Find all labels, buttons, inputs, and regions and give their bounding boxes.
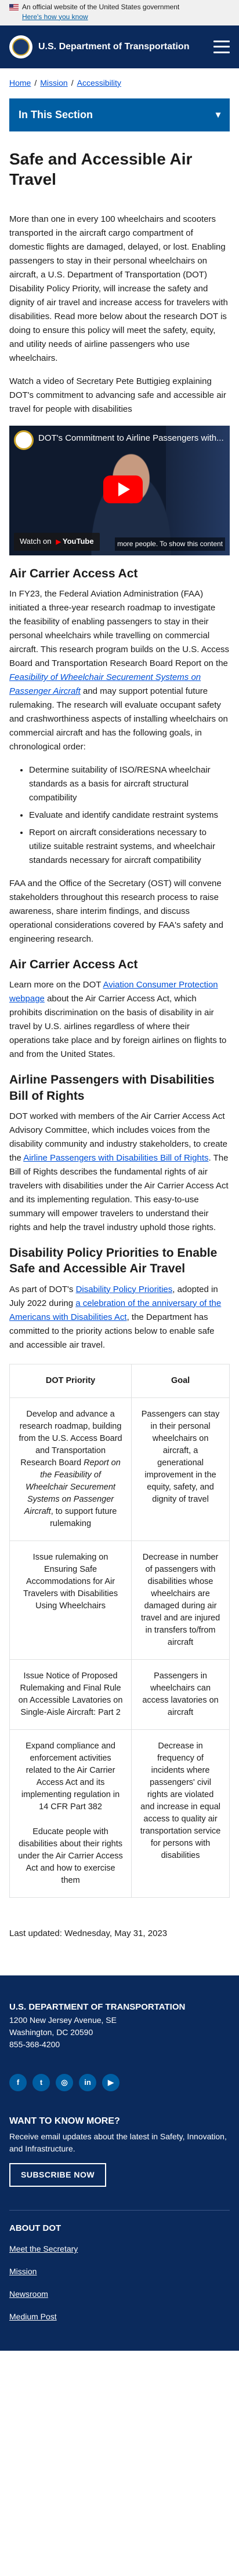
stakeholders-paragraph: FAA and the Office of the Secretary (OST… [9,879,223,945]
linkedin-icon[interactable]: in [79,2073,96,2091]
intro-paragraph: More than one in every 100 wheelchairs a… [9,214,228,363]
priority-cell: Develop and advance a research roadmap, … [9,1397,132,1541]
footer-org-name: U.S. DEPARTMENT OF TRANSPORTATION [9,2002,186,2012]
play-button-icon[interactable] [103,475,143,503]
twitter-icon[interactable]: t [32,2073,50,2091]
acaa-paragraph: Learn more on the DOT Aviation Consumer … [9,980,227,1060]
brand-logo[interactable]: U.S. Department of Transportation [9,35,189,58]
chevron-down-icon: ▾ [215,109,220,120]
gov-banner-text: An official website of the United States… [22,3,180,11]
newsletter-text: Receive email updates about the latest i… [9,2131,227,2153]
table-row: Expand compliance and enforcement activi… [9,1729,230,1898]
research-goals-list: Determine suitability of ISO/RESNA wheel… [29,763,230,868]
bill-of-rights-link[interactable]: Airline Passengers with Disabilities Bil… [23,1153,208,1163]
breadcrumb-home[interactable]: Home [9,78,31,87]
priority-cell: Expand compliance and enforcement activi… [9,1729,132,1898]
channel-avatar-icon[interactable] [14,430,34,450]
goal-cell: Decrease in number of passengers with di… [131,1540,230,1660]
in-this-section-toggle[interactable]: In This Section ▾ [9,98,230,131]
about-dot-title: ABOUT DOT [9,2223,61,2233]
page-title: Safe and Accessible Air Travel [9,149,193,188]
about-dot-links: Meet the Secretary Mission Newsroom Medi… [9,2243,230,2323]
video-intro-paragraph: Watch a video of Secretary Pete Buttigie… [9,376,226,414]
table-row: Issue Notice of Proposed Rulemaking and … [9,1659,230,1730]
youtube-icon[interactable]: ▶ [102,2073,119,2091]
meet-the-secretary-link[interactable]: Meet the Secretary [9,2243,230,2255]
brand-name: U.S. Department of Transportation [38,41,190,52]
list-item: Report on aircraft considerations necess… [29,826,230,868]
breadcrumb: Home / Mission / Accessibility [9,68,230,95]
us-flag-icon [9,4,19,11]
youtube-video-embed[interactable]: DOT's Commitment to Airline Passengers w… [9,425,230,555]
youtube-logo-icon: YouTube [56,536,94,548]
dot-seal-icon [9,35,32,58]
priorities-table: DOT Priority Goal Develop and advance a … [9,1363,230,1898]
section-heading-disability-policy-priorities: Disability Policy Priorities to Enable S… [9,1246,218,1276]
table-row: Develop and advance a research roadmap, … [9,1397,230,1541]
section-heading-air-carrier-access-act-2: Air Carrier Access Act [9,958,138,972]
bill-of-rights-paragraph: DOT worked with members of the Air Carri… [9,1111,229,1232]
in-this-section-label: In This Section [19,108,93,120]
breadcrumb-separator: / [71,78,74,87]
footer-address-line-1: 1200 New Jersey Avenue, SE [9,2015,117,2025]
watch-on-youtube-button[interactable]: Watch on YouTube [14,532,100,551]
section-heading-air-carrier-access-act: Air Carrier Access Act [9,566,138,580]
site-header: U.S. Department of Transportation [0,25,239,68]
video-overlay-text: more people. To show this content [115,537,225,551]
footer-address-line-2: Washington, DC 20590 [9,2027,93,2037]
breadcrumb-accessibility[interactable]: Accessibility [77,78,121,87]
priority-cell: Issue rulemaking on Ensuring Safe Accomm… [9,1540,132,1660]
video-title[interactable]: DOT's Commitment to Airline Passengers w… [38,431,224,445]
goal-cell: Passengers in wheelchairs can access lav… [131,1659,230,1730]
newsroom-link[interactable]: Newsroom [9,2288,230,2300]
breadcrumb-separator: / [34,78,37,87]
watch-on-label: Watch on [20,536,52,546]
table-row: Issue rulemaking on Ensuring Safe Accomm… [9,1540,230,1660]
list-item: Evaluate and identify candidate restrain… [29,808,230,822]
breadcrumb-mission[interactable]: Mission [40,78,67,87]
newsletter-title: WANT TO KNOW MORE? [9,2116,120,2126]
footer-divider [9,2209,230,2211]
goal-cell: Passengers can stay in their personal wh… [131,1397,230,1541]
last-updated: Last updated: Wednesday, May 31, 2023 [9,1929,168,1939]
gov-banner: An official website of the United States… [0,0,239,25]
social-links: f t ◎ in ▶ [9,2073,230,2091]
priorities-paragraph: As part of DOT's Disability Policy Prior… [9,1284,222,1350]
priority-cell: Issue Notice of Proposed Rulemaking and … [9,1659,132,1730]
column-header-priority: DOT Priority [9,1363,132,1398]
section-heading-bill-of-rights: Airline Passengers with Disabilities Bil… [9,1073,215,1103]
footer-phone[interactable]: 855-368-4200 [9,2039,230,2051]
goal-cell: Decrease in frequency of incidents where… [131,1729,230,1898]
medium-post-link[interactable]: Medium Post [9,2311,230,2323]
subscribe-button[interactable]: SUBSCRIBE NOW [9,2162,107,2187]
mission-link[interactable]: Mission [9,2266,230,2278]
heres-how-you-know-link[interactable]: Here's how you know [9,12,230,22]
list-item: Determine suitability of ISO/RESNA wheel… [29,763,230,805]
site-footer: U.S. DEPARTMENT OF TRANSPORTATION 1200 N… [0,1975,239,2351]
instagram-icon[interactable]: ◎ [56,2073,73,2091]
menu-hamburger-icon[interactable] [213,40,230,53]
disability-policy-priorities-link[interactable]: Disability Policy Priorities [76,1285,173,1294]
facebook-icon[interactable]: f [9,2073,27,2091]
column-header-goal: Goal [131,1363,230,1398]
research-paragraph: In FY23, the Federal Aviation Administra… [9,589,230,752]
footer-address: U.S. DEPARTMENT OF TRANSPORTATION 1200 N… [9,2001,230,2051]
